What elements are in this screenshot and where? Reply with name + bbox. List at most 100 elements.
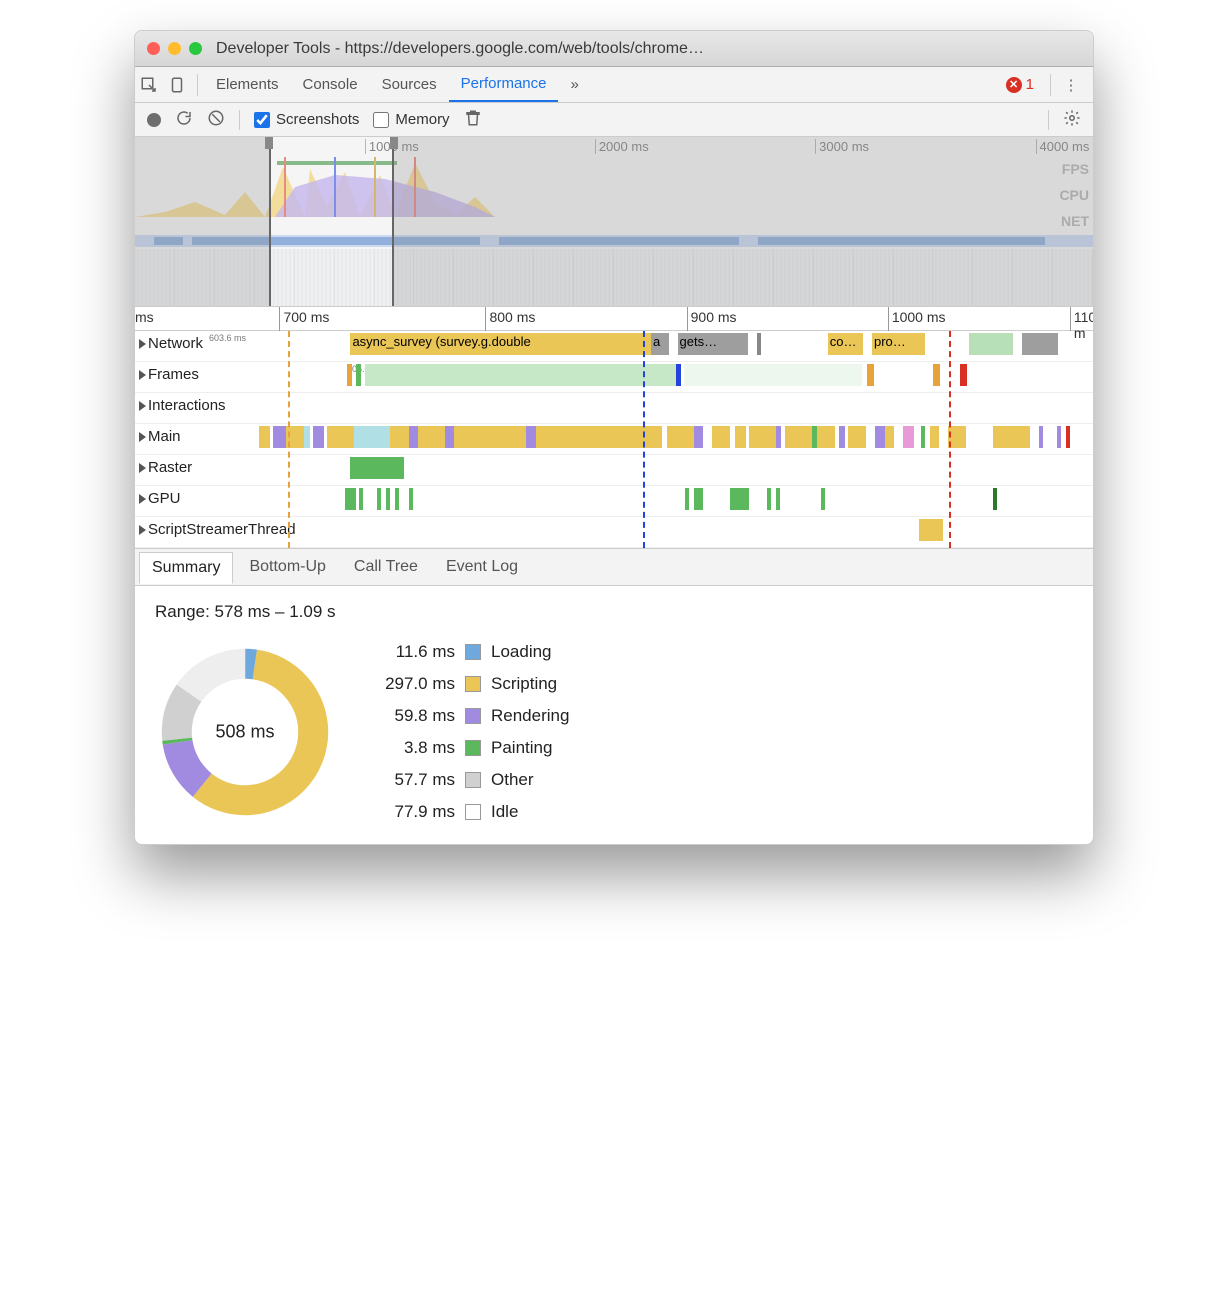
flame-segment[interactable] <box>304 426 309 448</box>
flame-segment[interactable] <box>776 488 780 510</box>
flame-segment[interactable] <box>875 426 884 448</box>
flame-segment[interactable] <box>395 488 399 510</box>
flame-segment[interactable] <box>712 426 730 448</box>
minimize-icon[interactable] <box>168 42 181 55</box>
flame-segment[interactable] <box>921 426 926 448</box>
btab-call-tree[interactable]: Call Tree <box>342 552 430 582</box>
flame-segment[interactable] <box>993 426 1029 448</box>
flame-segment[interactable] <box>273 426 287 448</box>
flame-segment[interactable] <box>684 364 862 386</box>
flame-segment[interactable] <box>969 333 1013 355</box>
chevron-right-icon <box>139 401 146 411</box>
flame-segment[interactable] <box>259 426 270 448</box>
flame-segment[interactable] <box>418 426 445 448</box>
flame-segment[interactable] <box>839 426 844 448</box>
flame-segment[interactable] <box>409 488 413 510</box>
screenshots-checkbox[interactable]: Screenshots <box>254 111 359 128</box>
flame-segment[interactable] <box>1022 333 1057 355</box>
flame-segment[interactable] <box>933 364 940 386</box>
flame-segment[interactable] <box>821 488 825 510</box>
btab-summary[interactable]: Summary <box>139 552 233 584</box>
tabs-overflow[interactable]: » <box>558 67 590 102</box>
flame-segment[interactable]: co… <box>828 333 863 355</box>
flame-segment[interactable] <box>526 426 535 448</box>
flame-segment[interactable] <box>359 488 364 510</box>
flame-segment[interactable] <box>356 364 361 386</box>
flame-segment[interactable] <box>445 426 454 448</box>
flame-segment[interactable] <box>694 426 703 448</box>
flame-segment[interactable] <box>930 426 939 448</box>
error-badge[interactable]: ✕1 <box>1006 76 1034 93</box>
overview-timeline[interactable]: 1000 ms2000 ms3000 ms4000 ms FPS CPU NET <box>135 137 1093 307</box>
btab-bottom-up[interactable]: Bottom-Up <box>237 552 337 582</box>
flame-segment[interactable]: gets… <box>678 333 749 355</box>
track-toggle-frames[interactable]: Frames <box>135 362 205 387</box>
flame-segment[interactable] <box>1039 426 1044 448</box>
overview-handle-right[interactable] <box>390 137 398 149</box>
flame-segment[interactable] <box>757 333 761 355</box>
overview-handle-left[interactable] <box>265 137 273 149</box>
chevron-right-icon <box>139 432 146 442</box>
flame-segment[interactable] <box>694 488 703 510</box>
track-toggle-interactions[interactable]: Interactions <box>135 393 232 418</box>
tab-console[interactable]: Console <box>291 67 370 102</box>
flame-segment[interactable] <box>676 364 681 386</box>
flame-segment[interactable] <box>817 426 835 448</box>
tab-performance[interactable]: Performance <box>449 67 559 102</box>
flame-segment[interactable] <box>919 519 943 541</box>
flame-segment[interactable] <box>1057 426 1061 448</box>
flame-segment[interactable] <box>350 457 404 479</box>
flame-segment[interactable]: pro… <box>872 333 925 355</box>
kebab-menu-icon[interactable]: ⋮ <box>1057 76 1085 94</box>
flame-segment[interactable] <box>867 364 874 386</box>
zoom-icon[interactable] <box>189 42 202 55</box>
flame-segment[interactable] <box>390 426 408 448</box>
btab-event-log[interactable]: Event Log <box>434 552 530 582</box>
record-button[interactable] <box>147 113 161 127</box>
flame-segment[interactable] <box>993 488 997 510</box>
track-toggle-network[interactable]: Network <box>135 331 209 356</box>
memory-checkbox[interactable]: Memory <box>373 111 449 128</box>
track-toggle-main[interactable]: Main <box>135 424 187 449</box>
track-toggle-raster[interactable]: Raster <box>135 455 198 480</box>
flame-segment[interactable] <box>386 488 391 510</box>
flame-segment[interactable] <box>1066 426 1070 448</box>
close-icon[interactable] <box>147 42 160 55</box>
flame-segment[interactable] <box>354 426 390 448</box>
summary-tabs: SummaryBottom-UpCall TreeEvent Log <box>135 548 1093 586</box>
flame-chart-area[interactable]: ms700 ms800 ms900 ms1000 ms1100 m Networ… <box>135 307 1093 548</box>
tab-elements[interactable]: Elements <box>204 67 291 102</box>
device-toggle-icon[interactable] <box>163 76 191 94</box>
flame-segment[interactable] <box>903 426 914 448</box>
flame-segment[interactable] <box>327 426 354 448</box>
flame-segment[interactable] <box>345 488 356 510</box>
flame-segment[interactable] <box>767 488 771 510</box>
flame-segment[interactable] <box>749 426 776 448</box>
track-toggle-gpu[interactable]: GPU <box>135 486 187 511</box>
flame-segment[interactable] <box>377 488 382 510</box>
flame-segment[interactable] <box>848 426 866 448</box>
track-toggle-scriptstream[interactable]: ScriptStreamerThread <box>135 517 302 542</box>
flame-segment[interactable] <box>454 426 527 448</box>
flame-segment[interactable] <box>667 426 694 448</box>
overview-selection[interactable] <box>269 137 394 306</box>
flame-segment[interactable]: async_survey (survey.g.double <box>350 333 651 355</box>
flame-segment[interactable]: a <box>651 333 669 355</box>
reload-icon[interactable] <box>175 109 193 131</box>
clear-icon[interactable] <box>207 109 225 131</box>
flame-segment[interactable] <box>313 426 324 448</box>
flame-segment[interactable] <box>685 488 689 510</box>
flame-segment[interactable] <box>960 364 967 386</box>
flame-segment[interactable] <box>347 364 352 386</box>
flame-segment[interactable] <box>885 426 894 448</box>
settings-gear-icon[interactable] <box>1063 109 1081 131</box>
flame-segment[interactable] <box>365 364 676 386</box>
flame-segment[interactable] <box>776 426 781 448</box>
trash-icon[interactable] <box>464 109 482 131</box>
flame-segment[interactable] <box>409 426 418 448</box>
flame-segment[interactable] <box>735 426 746 448</box>
flame-segment[interactable] <box>785 426 812 448</box>
tab-sources[interactable]: Sources <box>370 67 449 102</box>
flame-segment[interactable] <box>730 488 748 510</box>
inspect-icon[interactable] <box>135 76 163 94</box>
